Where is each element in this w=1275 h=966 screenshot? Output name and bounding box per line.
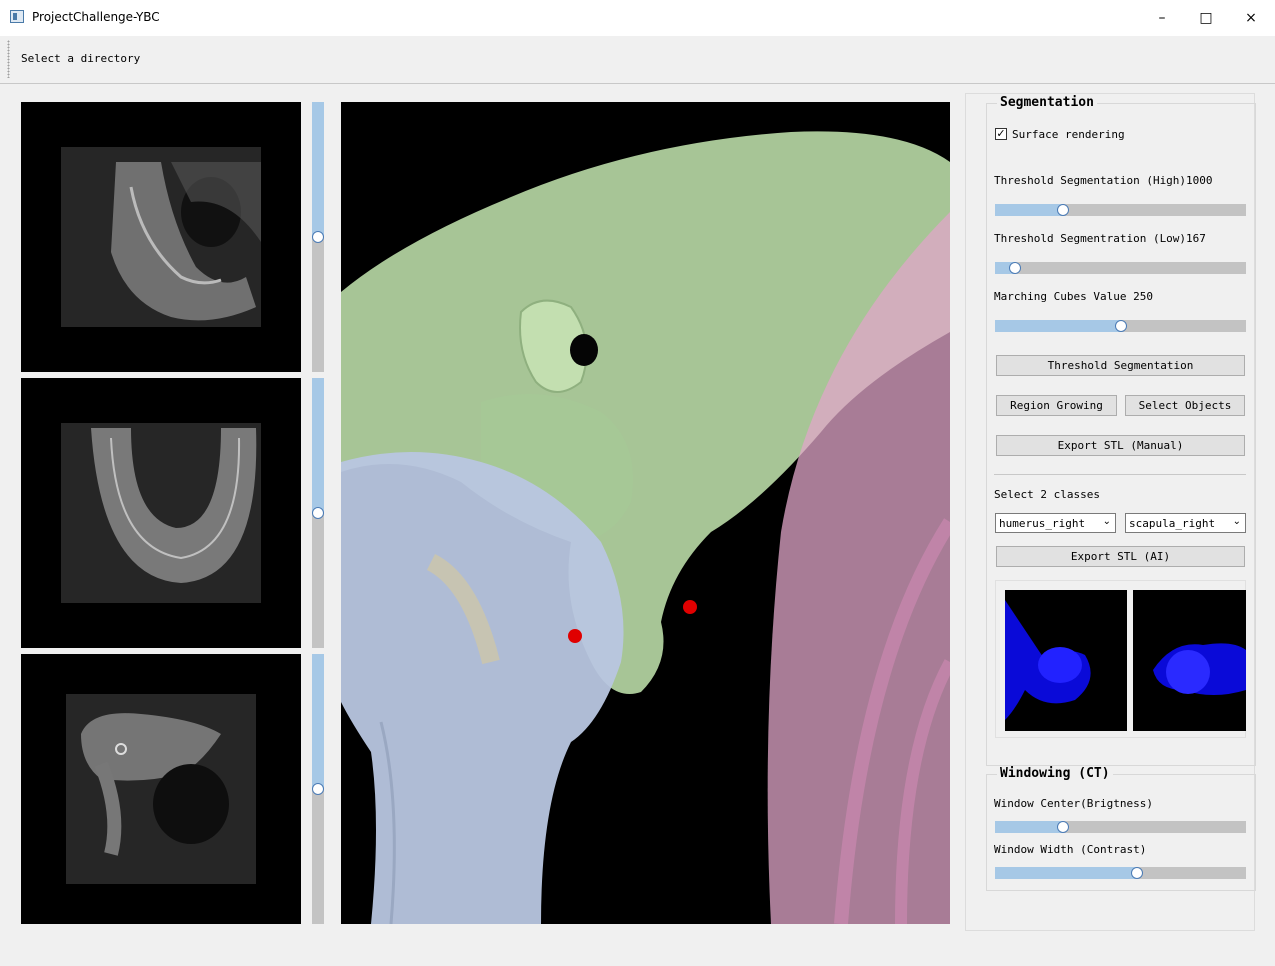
slider-handle[interactable] xyxy=(1057,204,1069,216)
title-bar: ProjectChallenge-YBC – □ × xyxy=(0,0,1275,36)
surface-rendering-label: Surface rendering xyxy=(1012,128,1125,141)
slider-handle[interactable] xyxy=(1009,262,1021,274)
maximize-icon[interactable]: □ xyxy=(1183,0,1229,36)
threshold-high-label: Threshold Segmentation (High)1000 xyxy=(994,174,1213,187)
landmark-marker[interactable] xyxy=(568,629,582,643)
select-objects-button[interactable]: Select Objects xyxy=(1125,395,1245,416)
export-stl-ai-button[interactable]: Export STL (AI) xyxy=(996,546,1245,567)
threshold-segmentation-button[interactable]: Threshold Segmentation xyxy=(996,355,1245,376)
sagittal-slider-handle[interactable] xyxy=(312,783,324,795)
threshold-low-slider[interactable] xyxy=(995,262,1246,274)
axial-slider-handle[interactable] xyxy=(312,231,324,243)
slider-handle[interactable] xyxy=(1115,320,1127,332)
window-center-slider[interactable] xyxy=(995,821,1246,833)
slider-handle[interactable] xyxy=(1057,821,1069,833)
marching-cubes-slider[interactable] xyxy=(995,320,1246,332)
threshold-low-label: Threshold Segmentration (Low)167 xyxy=(994,232,1206,245)
select-classes-label: Select 2 classes xyxy=(994,488,1100,501)
window-width-label: Window Width (Contrast) xyxy=(994,843,1147,856)
scapula-preview xyxy=(1133,590,1246,731)
segmentation-title: Segmentation xyxy=(997,95,1097,110)
slider-fill xyxy=(995,867,1137,879)
sagittal-slice-image xyxy=(66,694,256,884)
toolbar-grip[interactable] xyxy=(7,40,10,78)
toolbar: Select a directory xyxy=(0,36,1275,84)
select-directory-action[interactable]: Select a directory xyxy=(21,52,140,65)
coronal-slice-slider[interactable] xyxy=(312,378,324,648)
divider xyxy=(994,474,1246,475)
coronal-slice-view[interactable] xyxy=(21,378,301,648)
axial-slice-view[interactable] xyxy=(21,102,301,372)
class2-select[interactable]: scapula_right ⌄ xyxy=(1125,513,1246,533)
marching-cubes-label: Marching Cubes Value 250 xyxy=(994,290,1153,303)
threshold-high-slider[interactable] xyxy=(995,204,1246,216)
slider-fill xyxy=(995,821,1063,833)
chevron-down-icon: ⌄ xyxy=(1102,516,1111,527)
class1-value: humerus_right xyxy=(999,517,1086,530)
coronal-slider-handle[interactable] xyxy=(312,507,324,519)
window-center-label: Window Center(Brigtness) xyxy=(994,797,1153,810)
3d-bone-rendering xyxy=(341,131,950,924)
chevron-down-icon: ⌄ xyxy=(1232,516,1241,527)
minimize-icon[interactable]: – xyxy=(1139,0,1185,36)
humerus-preview xyxy=(1005,590,1127,731)
app-icon xyxy=(10,10,24,23)
surface-rendering-checkbox[interactable]: ✓ xyxy=(995,128,1007,140)
slider-handle[interactable] xyxy=(1131,867,1143,879)
sagittal-slice-view[interactable] xyxy=(21,654,301,924)
slider-fill xyxy=(995,204,1063,216)
close-icon[interactable]: × xyxy=(1228,0,1274,36)
axial-slider-fill xyxy=(312,102,324,237)
coronal-slice-image xyxy=(61,423,261,603)
slider-fill xyxy=(995,320,1121,332)
window-title: ProjectChallenge-YBC xyxy=(32,10,160,24)
region-growing-button[interactable]: Region Growing xyxy=(996,395,1117,416)
windowing-title: Windowing (CT) xyxy=(997,766,1113,781)
axial-slice-image xyxy=(61,147,261,327)
landmark-marker[interactable] xyxy=(683,600,697,614)
class1-select[interactable]: humerus_right ⌄ xyxy=(995,513,1116,533)
check-icon: ✓ xyxy=(996,127,1006,140)
sagittal-slider-fill xyxy=(312,654,324,789)
window-width-slider[interactable] xyxy=(995,867,1246,879)
class2-value: scapula_right xyxy=(1129,517,1216,530)
sagittal-slice-slider[interactable] xyxy=(312,654,324,924)
3d-render-view[interactable] xyxy=(341,102,950,924)
coronal-slider-fill xyxy=(312,378,324,513)
axial-slice-slider[interactable] xyxy=(312,102,324,372)
export-stl-manual-button[interactable]: Export STL (Manual) xyxy=(996,435,1245,456)
